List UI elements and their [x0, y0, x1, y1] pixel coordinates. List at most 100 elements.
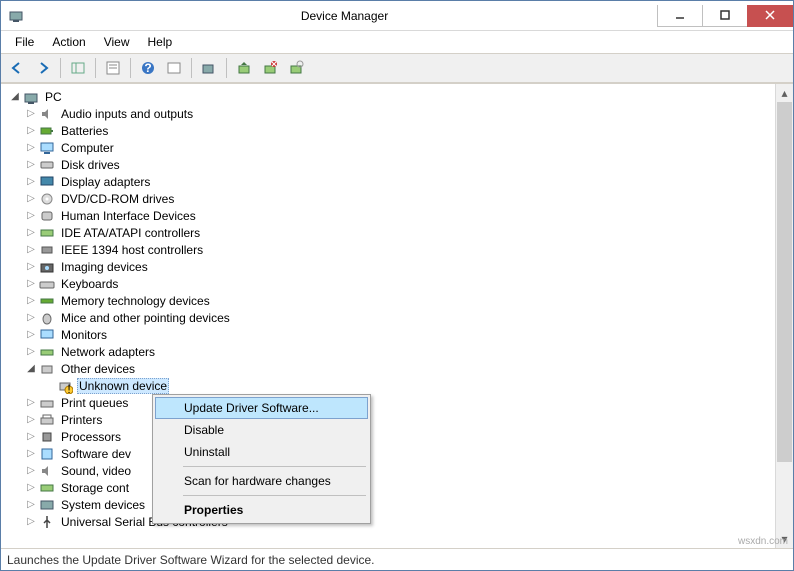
- tree-category-6[interactable]: ▷Human Interface Devices: [3, 207, 773, 224]
- disable-button[interactable]: [284, 56, 308, 80]
- memory-icon: [39, 293, 55, 309]
- context-menu-item-0[interactable]: Update Driver Software...: [155, 397, 368, 419]
- tree-item-label: Imaging devices: [59, 260, 150, 274]
- app-icon: [1, 8, 31, 24]
- window-controls: [658, 5, 793, 27]
- tree-category-13[interactable]: ▷ Monitors: [3, 326, 773, 343]
- tree-category-19[interactable]: ▷ Software dev: [3, 445, 773, 462]
- network-icon: [39, 344, 55, 360]
- tree-category-7[interactable]: ▷IDE ATA/ATAPI controllers: [3, 224, 773, 241]
- expander-icon[interactable]: ▷: [23, 412, 39, 428]
- expander-icon[interactable]: ▷: [23, 514, 39, 530]
- expander-icon[interactable]: ▷: [23, 429, 39, 445]
- tree-category-10[interactable]: ▷Keyboards: [3, 275, 773, 292]
- menu-view[interactable]: View: [96, 33, 138, 51]
- expander-icon[interactable]: ▷: [23, 310, 39, 326]
- tree-category-20[interactable]: ▷Sound, video: [3, 462, 773, 479]
- back-button[interactable]: [5, 56, 29, 80]
- expander-icon[interactable]: ▷: [23, 497, 39, 513]
- expander-icon[interactable]: ▷: [23, 276, 39, 292]
- context-menu-item-1[interactable]: Disable: [155, 419, 368, 441]
- properties-button[interactable]: [101, 56, 125, 80]
- expander-icon[interactable]: ▷: [23, 191, 39, 207]
- imaging-icon: [39, 259, 55, 275]
- tree-category-4[interactable]: ▷ Display adapters: [3, 173, 773, 190]
- audio-icon: [39, 106, 55, 122]
- device-tree[interactable]: ◢PC▷Audio inputs and outputs▷Batteries▷C…: [1, 84, 775, 548]
- tree-category-0[interactable]: ▷Audio inputs and outputs: [3, 105, 773, 122]
- tree-category-11[interactable]: ▷ Memory technology devices: [3, 292, 773, 309]
- tree-item-label: Memory technology devices: [59, 294, 212, 308]
- tree-child-15-0[interactable]: !Unknown device: [3, 377, 773, 394]
- context-menu-item-2[interactable]: Uninstall: [155, 441, 368, 463]
- vertical-scrollbar[interactable]: ▴ ▾: [775, 84, 793, 548]
- tree-category-3[interactable]: ▷Disk drives: [3, 156, 773, 173]
- expander-icon[interactable]: ▷: [23, 463, 39, 479]
- context-menu-item-4[interactable]: Scan for hardware changes: [155, 470, 368, 492]
- expander-icon[interactable]: ▷: [23, 293, 39, 309]
- keyboard-icon: [39, 276, 55, 292]
- expander-icon[interactable]: ▷: [23, 208, 39, 224]
- menubar: FileActionViewHelp: [1, 31, 793, 53]
- uninstall-button[interactable]: [258, 56, 282, 80]
- expander-icon[interactable]: ▷: [23, 123, 39, 139]
- toolbar: ?: [1, 53, 793, 83]
- expander-icon[interactable]: ▷: [23, 446, 39, 462]
- tree-category-22[interactable]: ▷ System devices: [3, 496, 773, 513]
- expander-icon[interactable]: ▷: [23, 242, 39, 258]
- tree-item-label: Monitors: [59, 328, 109, 342]
- scan-button[interactable]: [197, 56, 221, 80]
- tree-item-label: Processors: [59, 430, 123, 444]
- context-menu-item-6[interactable]: Properties: [155, 499, 368, 521]
- help-button[interactable]: ?: [136, 56, 160, 80]
- display-icon: [39, 174, 55, 190]
- maximize-button[interactable]: [702, 5, 748, 27]
- update-driver-button[interactable]: [232, 56, 256, 80]
- expander-icon[interactable]: ▷: [23, 327, 39, 343]
- action-button[interactable]: [162, 56, 186, 80]
- tree-category-12[interactable]: ▷Mice and other pointing devices: [3, 309, 773, 326]
- tree-category-2[interactable]: ▷Computer: [3, 139, 773, 156]
- close-button[interactable]: [747, 5, 793, 27]
- tree-category-5[interactable]: ▷DVD/CD-ROM drives: [3, 190, 773, 207]
- expander-icon[interactable]: ▷: [23, 225, 39, 241]
- expander-icon[interactable]: ▷: [23, 174, 39, 190]
- expander-icon[interactable]: ▷: [23, 157, 39, 173]
- expander-icon[interactable]: ▷: [23, 344, 39, 360]
- tree-category-21[interactable]: ▷Storage cont: [3, 479, 773, 496]
- toolbar-separator: [60, 58, 61, 78]
- tree-category-18[interactable]: ▷ Processors: [3, 428, 773, 445]
- menu-file[interactable]: File: [7, 33, 42, 51]
- expander-icon[interactable]: ▷: [23, 140, 39, 156]
- menu-help[interactable]: Help: [140, 33, 181, 51]
- expander-icon[interactable]: ◢: [7, 89, 23, 105]
- minimize-button[interactable]: [657, 5, 703, 27]
- show-hide-tree-button[interactable]: [66, 56, 90, 80]
- forward-button[interactable]: [31, 56, 55, 80]
- toolbar-separator: [226, 58, 227, 78]
- tree-item-label: System devices: [59, 498, 147, 512]
- scroll-thumb[interactable]: [777, 102, 792, 462]
- expander-icon[interactable]: ◢: [23, 361, 39, 377]
- tree-category-23[interactable]: ▷Universal Serial Bus controllers: [3, 513, 773, 530]
- usb-icon: [39, 514, 55, 530]
- tree-category-15[interactable]: ◢Other devices: [3, 360, 773, 377]
- tree-category-14[interactable]: ▷Network adapters: [3, 343, 773, 360]
- tree-category-17[interactable]: ▷Printers: [3, 411, 773, 428]
- tree-category-9[interactable]: ▷ Imaging devices: [3, 258, 773, 275]
- tree-category-16[interactable]: ▷Print queues: [3, 394, 773, 411]
- expander-icon[interactable]: [41, 378, 57, 394]
- expander-icon[interactable]: ▷: [23, 106, 39, 122]
- tree-category-1[interactable]: ▷Batteries: [3, 122, 773, 139]
- expander-icon[interactable]: ▷: [23, 259, 39, 275]
- expander-icon[interactable]: ▷: [23, 480, 39, 496]
- tree-item-label: Software dev: [59, 447, 133, 461]
- expander-icon[interactable]: ▷: [23, 395, 39, 411]
- tree-root[interactable]: ◢PC: [3, 88, 773, 105]
- tree-item-label: Display adapters: [59, 175, 152, 189]
- status-bar: Launches the Update Driver Software Wiza…: [1, 548, 793, 570]
- scroll-up-arrow[interactable]: ▴: [776, 84, 793, 102]
- menu-action[interactable]: Action: [44, 33, 93, 51]
- svg-text:!: !: [67, 382, 70, 394]
- tree-category-8[interactable]: ▷IEEE 1394 host controllers: [3, 241, 773, 258]
